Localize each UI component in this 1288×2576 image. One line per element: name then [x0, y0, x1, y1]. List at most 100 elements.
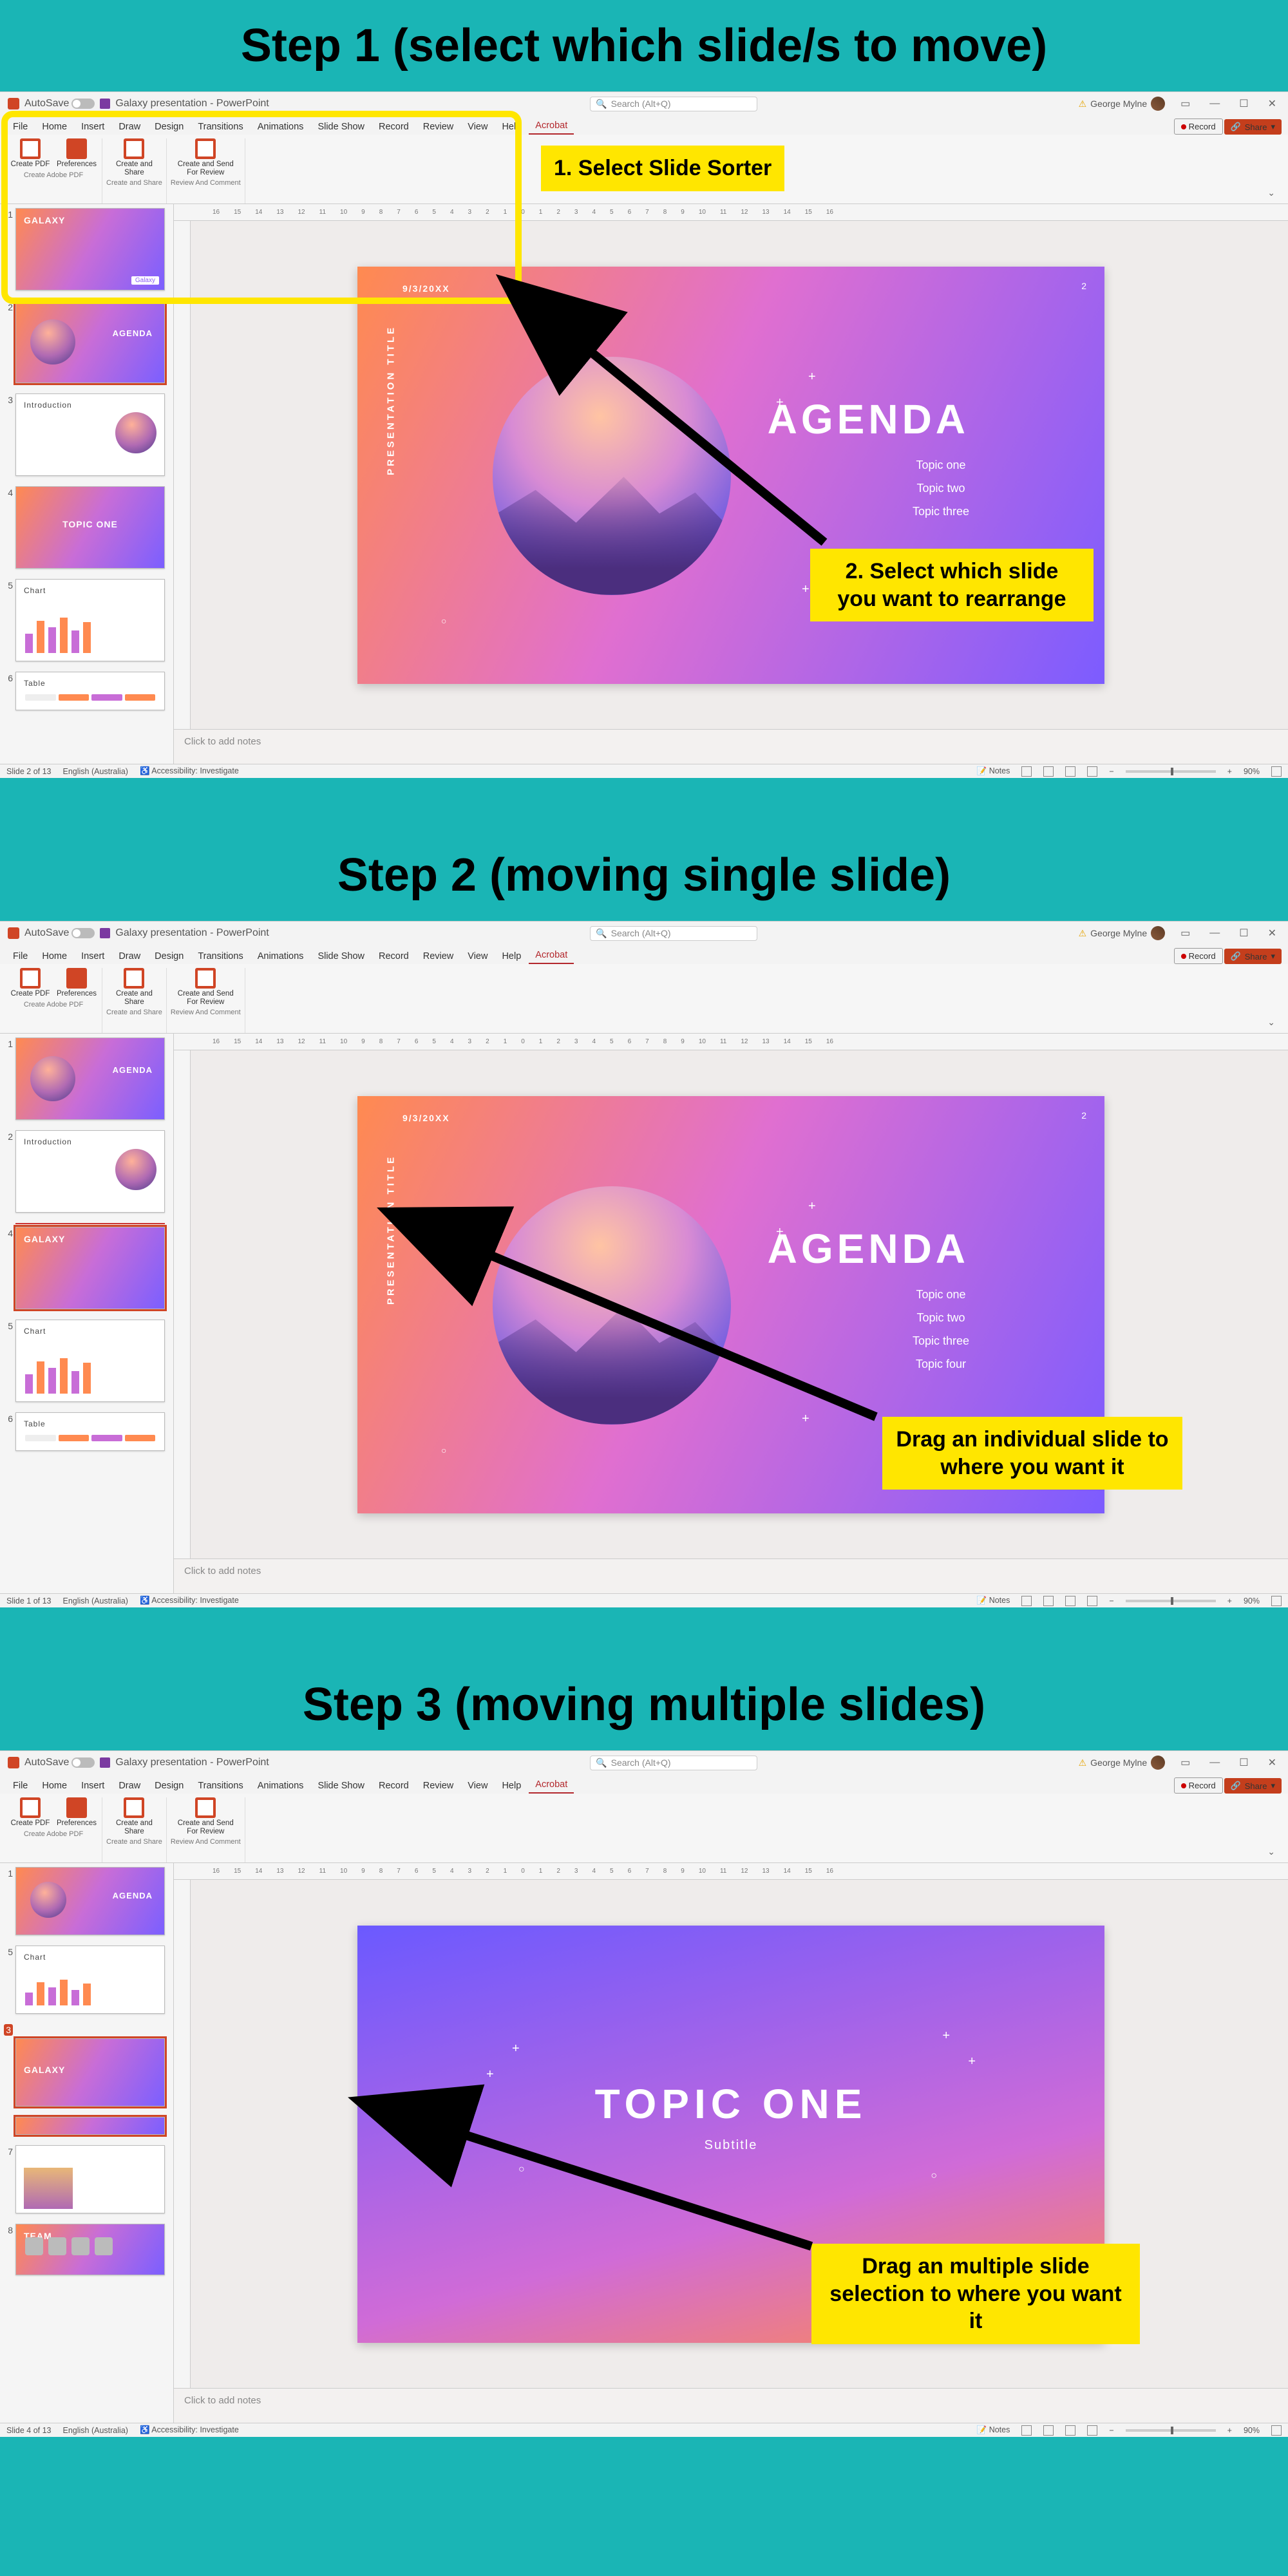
- zoom-percent[interactable]: 90%: [1244, 1596, 1260, 1605]
- toggle-off-icon[interactable]: [71, 928, 95, 938]
- create-pdf-button[interactable]: Create PDF: [9, 1797, 52, 1828]
- tab-view[interactable]: View: [461, 119, 494, 135]
- tab-help[interactable]: Help: [495, 1778, 527, 1794]
- view-sorter-icon[interactable]: [1043, 2425, 1054, 2436]
- notes-pane[interactable]: Click to add notes: [174, 2388, 1288, 2423]
- user-account[interactable]: ⚠George Mylne: [1079, 1756, 1166, 1770]
- minimize-button[interactable]: —: [1206, 1757, 1224, 1768]
- thumbnail-pane[interactable]: 1AGENDA 2Introduction 4GALAXY 5Chart 6Ta…: [0, 1034, 174, 1593]
- preferences-button[interactable]: Preferences: [55, 138, 98, 169]
- tab-transitions[interactable]: Transitions: [191, 949, 249, 964]
- close-button[interactable]: ✕: [1264, 1756, 1280, 1769]
- view-reading-icon[interactable]: [1065, 2425, 1075, 2436]
- tab-animations[interactable]: Animations: [251, 1778, 310, 1794]
- status-language[interactable]: English (Australia): [63, 1596, 128, 1605]
- thumbnail-pane[interactable]: 1AGENDA 5Chart 3 GALAXY 7 8TEAM: [0, 1863, 174, 2423]
- thumb-drag-topic[interactable]: [15, 2117, 165, 2135]
- zoom-percent[interactable]: 90%: [1244, 2426, 1260, 2435]
- notes-pane[interactable]: Click to add notes: [174, 1558, 1288, 1593]
- maximize-button[interactable]: ☐: [1235, 97, 1252, 110]
- tab-file[interactable]: File: [6, 119, 34, 135]
- thumb-1-agenda[interactable]: AGENDA: [15, 1867, 165, 1935]
- maximize-button[interactable]: ☐: [1235, 1756, 1252, 1769]
- tab-help[interactable]: Help: [495, 119, 527, 135]
- zoom-out-button[interactable]: −: [1109, 767, 1113, 776]
- tab-slideshow[interactable]: Slide Show: [311, 1778, 371, 1794]
- close-button[interactable]: ✕: [1264, 927, 1280, 940]
- ribbon-mode-icon[interactable]: ▭: [1177, 1756, 1194, 1769]
- tab-transitions[interactable]: Transitions: [191, 1778, 249, 1794]
- tab-animations[interactable]: Animations: [251, 119, 310, 135]
- ribbon-collapse-icon[interactable]: ⌄: [1260, 1841, 1283, 1862]
- thumb-8-team[interactable]: TEAM: [15, 2224, 165, 2275]
- tab-design[interactable]: Design: [148, 1778, 190, 1794]
- ribbon-collapse-icon[interactable]: ⌄: [1260, 1012, 1283, 1033]
- tab-animations[interactable]: Animations: [251, 949, 310, 964]
- view-reading-icon[interactable]: [1065, 1596, 1075, 1606]
- save-icon[interactable]: [100, 99, 110, 109]
- tab-file[interactable]: File: [6, 1778, 34, 1794]
- create-share-button[interactable]: Create and Share: [113, 1797, 155, 1835]
- thumb-1-galaxy[interactable]: GALAXYGalaxy: [15, 208, 165, 290]
- fit-to-window-icon[interactable]: [1271, 766, 1282, 777]
- tab-record[interactable]: Record: [372, 1778, 415, 1794]
- zoom-slider[interactable]: [1126, 1600, 1216, 1602]
- ribbon-mode-icon[interactable]: ▭: [1177, 927, 1194, 940]
- thumbnail-pane[interactable]: 1 GALAXYGalaxy 2 AGENDA 3 Introduction 4…: [0, 204, 174, 764]
- search-box[interactable]: 🔍Search (Alt+Q): [590, 1756, 757, 1770]
- view-reading-icon[interactable]: [1065, 766, 1075, 777]
- tab-acrobat[interactable]: Acrobat: [529, 947, 574, 964]
- main-slide-topic[interactable]: TOPIC ONE Subtitle ++ ++ ○○: [357, 1926, 1104, 2343]
- tab-help[interactable]: Help: [495, 949, 527, 964]
- status-accessibility[interactable]: ♿ Accessibility: Investigate: [140, 1596, 239, 1605]
- tab-insert[interactable]: Insert: [75, 949, 111, 964]
- fit-to-window-icon[interactable]: [1271, 2425, 1282, 2436]
- view-normal-icon[interactable]: [1021, 1596, 1032, 1606]
- record-button[interactable]: Record: [1174, 1777, 1223, 1794]
- zoom-out-button[interactable]: −: [1109, 1596, 1113, 1605]
- slide-stage[interactable]: 9/3/20XX 2 PRESENTATION TITLE AGENDA Top…: [174, 221, 1288, 729]
- save-icon[interactable]: [100, 1757, 110, 1768]
- create-send-review-button[interactable]: Create and Send For Review: [176, 1797, 235, 1835]
- zoom-in-button[interactable]: +: [1227, 1596, 1232, 1605]
- slide-stage[interactable]: TOPIC ONE Subtitle ++ ++ ○○: [174, 1880, 1288, 2388]
- toggle-off-icon[interactable]: [71, 99, 95, 109]
- tab-insert[interactable]: Insert: [75, 1778, 111, 1794]
- thumb-6-table[interactable]: Table: [15, 672, 165, 710]
- tab-design[interactable]: Design: [148, 949, 190, 964]
- toggle-off-icon[interactable]: [71, 1757, 95, 1768]
- tab-file[interactable]: File: [6, 949, 34, 964]
- user-account[interactable]: ⚠George Mylne: [1079, 926, 1166, 940]
- record-button[interactable]: Record: [1174, 118, 1223, 135]
- thumb-drag-galaxy[interactable]: GALAXY: [15, 2038, 165, 2107]
- tab-slideshow[interactable]: Slide Show: [311, 949, 371, 964]
- zoom-slider[interactable]: [1126, 2429, 1216, 2432]
- zoom-slider[interactable]: [1126, 770, 1216, 773]
- minimize-button[interactable]: —: [1206, 927, 1224, 939]
- thumb-dragging-galaxy[interactable]: GALAXY: [15, 1227, 165, 1309]
- status-language[interactable]: English (Australia): [63, 2426, 128, 2435]
- create-send-review-button[interactable]: Create and Send For Review: [176, 138, 235, 176]
- tab-insert[interactable]: Insert: [75, 119, 111, 135]
- search-box[interactable]: 🔍Search (Alt+Q): [590, 926, 757, 941]
- tab-slideshow[interactable]: Slide Show: [311, 119, 371, 135]
- zoom-in-button[interactable]: +: [1227, 2426, 1232, 2435]
- tab-home[interactable]: Home: [35, 119, 73, 135]
- tab-draw[interactable]: Draw: [112, 119, 147, 135]
- maximize-button[interactable]: ☐: [1235, 927, 1252, 940]
- status-accessibility[interactable]: ♿ Accessibility: Investigate: [140, 2425, 239, 2435]
- tab-acrobat[interactable]: Acrobat: [529, 118, 574, 135]
- thumb-2-intro[interactable]: Introduction: [15, 1130, 165, 1213]
- ribbon-collapse-icon[interactable]: ⌄: [1260, 182, 1283, 204]
- tab-view[interactable]: View: [461, 1778, 494, 1794]
- tab-draw[interactable]: Draw: [112, 1778, 147, 1794]
- thumb-3-intro[interactable]: Introduction: [15, 393, 165, 476]
- user-account[interactable]: ⚠ George Mylne: [1079, 97, 1166, 111]
- create-pdf-button[interactable]: Create PDF: [9, 968, 52, 998]
- thumb-5-chart[interactable]: Chart: [15, 1320, 165, 1402]
- view-slideshow-icon[interactable]: [1087, 1596, 1097, 1606]
- tab-design[interactable]: Design: [148, 119, 190, 135]
- thumb-1-agenda[interactable]: AGENDA: [15, 1037, 165, 1120]
- search-box[interactable]: 🔍 Search (Alt+Q): [590, 97, 757, 111]
- status-notes-button[interactable]: 📝 Notes: [977, 1596, 1010, 1605]
